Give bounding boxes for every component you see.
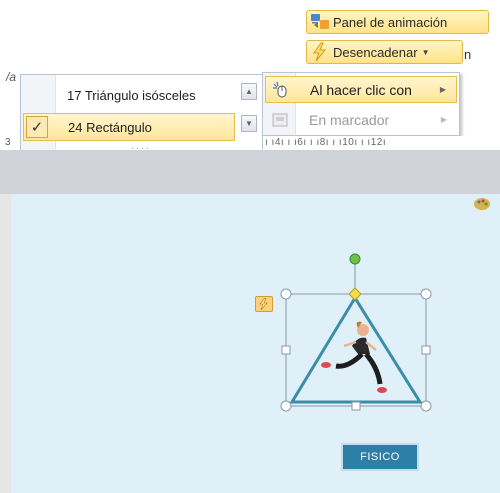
trigger-label: Desencadenar [333,44,418,60]
resize-handle[interactable] [420,400,432,412]
adjustment-handle[interactable] [348,287,362,301]
selected-shape[interactable] [278,250,438,420]
palette-icon [474,198,490,210]
checkmark-icon: ✓ [26,116,48,138]
animation-pane-icon [311,14,329,29]
fisico-button-label: FISICO [360,451,400,463]
resize-handle[interactable] [351,401,361,411]
menu-item-on-click[interactable]: Al hacer clic con ▶ [265,76,457,103]
animation-pane-label: Panel de animación [333,14,448,30]
fisico-button[interactable]: FISICO [341,443,419,471]
menu-item-label: Al hacer clic con [310,81,412,98]
partial-ribbon-text-left: /a [6,70,17,84]
lightning-icon [259,298,268,310]
scroll-down-button[interactable]: ▼ [241,115,257,132]
bookmark-icon [272,113,288,126]
partial-ribbon-text: n [464,47,472,62]
resize-handle[interactable] [280,400,292,412]
shape-list-dropdown: 17 Triángulo isósceles ✓ 24 Rectángulo ▲… [20,74,263,154]
ruler-ticks: ı ı4ı ı ı6ı ı ı8ı ı ı10ı ı ı12ı [265,137,387,148]
mouse-click-icon [273,81,287,97]
shape-item-triangle[interactable]: 17 Triángulo isósceles [23,81,235,109]
slide-edge [0,194,11,493]
shape-item-rectangle[interactable]: ✓ 24 Rectángulo [23,113,235,141]
chevron-right-icon: ▶ [440,115,447,124]
trigger-tag-icon[interactable] [255,296,273,312]
menu-item-bookmark[interactable]: En marcador ▶ [265,106,457,133]
resize-handle[interactable] [280,288,292,300]
chevron-right-icon: ▶ [439,85,446,94]
animation-pane-button[interactable]: Panel de animación [306,10,489,34]
resize-handle[interactable] [421,345,431,355]
partial-ruler-text: 3 [5,137,11,148]
trigger-button[interactable]: Desencadenar ▼ [306,40,463,64]
trigger-submenu: Al hacer clic con ▶ En marcador ▶ [262,72,460,136]
resize-handle[interactable] [420,288,432,300]
app-band [0,150,500,194]
lightning-icon [313,42,327,62]
shape-item-label: 17 Triángulo isósceles [67,87,196,103]
rotation-handle[interactable] [349,253,361,265]
resize-handle[interactable] [281,345,291,355]
menu-item-label: En marcador [309,111,390,128]
chevron-down-icon: ▼ [421,47,430,57]
scroll-up-button[interactable]: ▲ [241,83,257,100]
horizontal-ruler: ı ı4ı ı ı6ı ı ı8ı ı ı10ı ı ı12ı [263,136,500,150]
shape-item-label: 24 Rectángulo [68,119,152,135]
